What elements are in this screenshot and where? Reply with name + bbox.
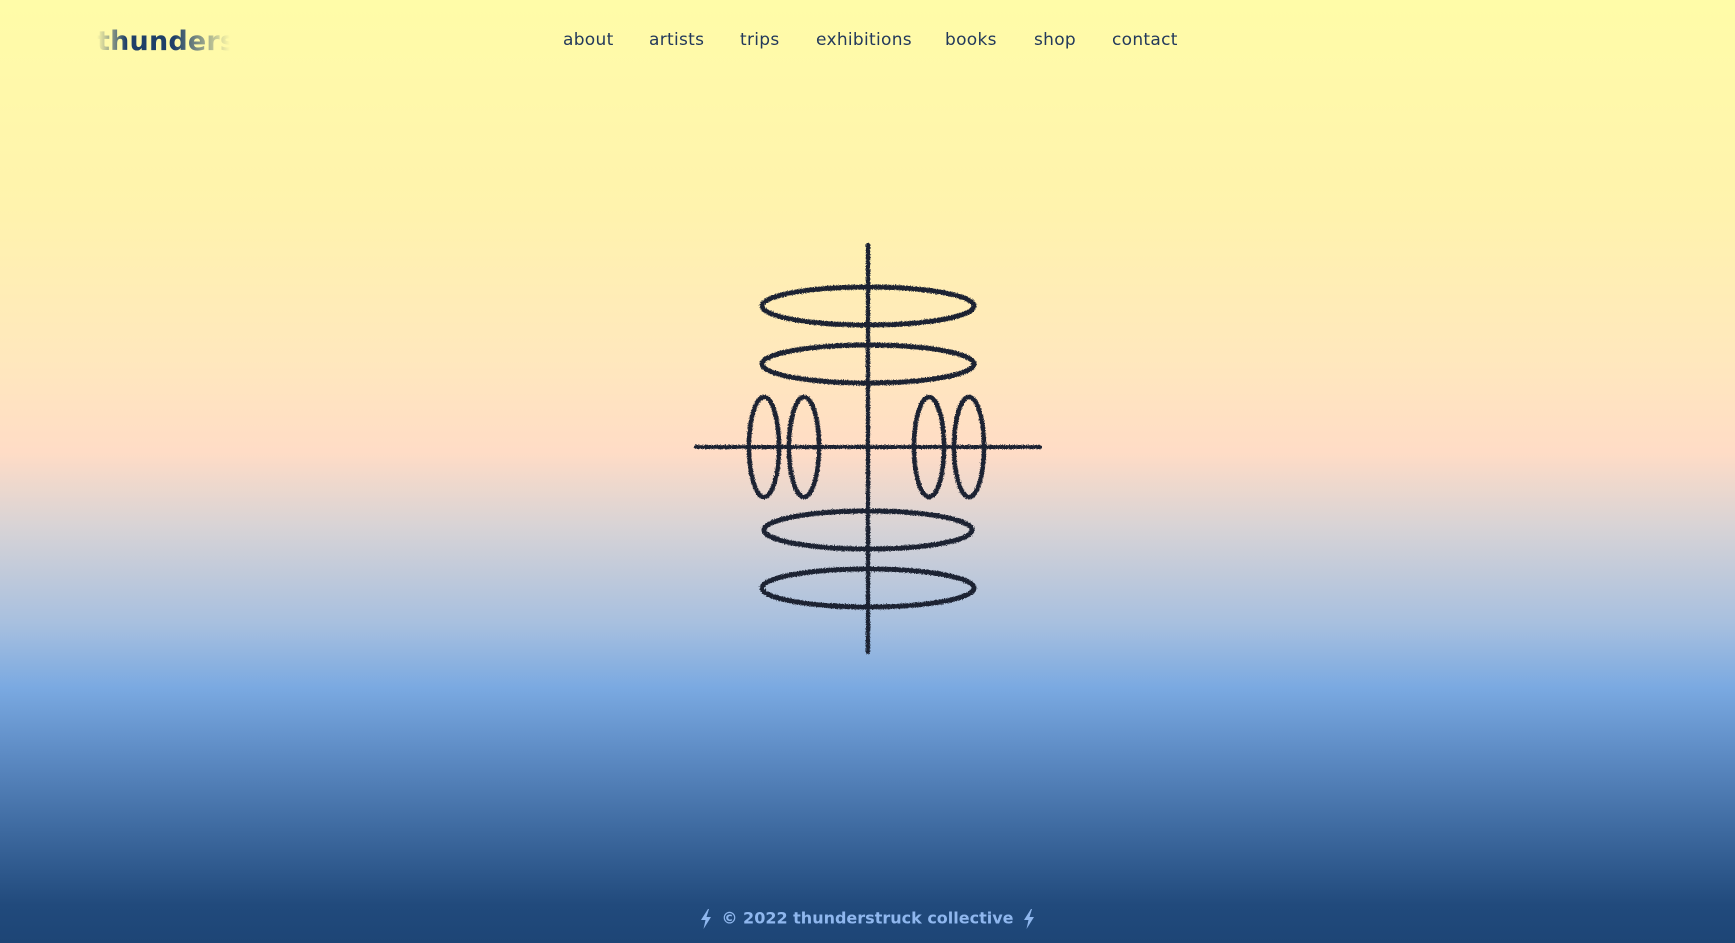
nav-link-books[interactable]: books xyxy=(945,27,997,53)
nav-link-shop[interactable]: shop xyxy=(1034,27,1076,53)
ring-axis-drawing-icon xyxy=(694,242,1042,655)
footer-copyright: © 2022 thunderstruck collective xyxy=(721,908,1014,928)
main-nav: about artists trips exhibitions books sh… xyxy=(0,27,1735,53)
nav-link-exhibitions[interactable]: exhibitions xyxy=(816,27,912,53)
nav-link-contact[interactable]: contact xyxy=(1112,27,1178,53)
footer: © 2022 thunderstruck collective xyxy=(0,905,1735,931)
nav-link-trips[interactable]: trips xyxy=(740,27,780,53)
lightning-bolt-icon xyxy=(1024,908,1035,929)
nav-link-artists[interactable]: artists xyxy=(649,27,704,53)
nav-link-about[interactable]: about xyxy=(563,27,614,53)
lightning-bolt-icon xyxy=(700,908,711,929)
